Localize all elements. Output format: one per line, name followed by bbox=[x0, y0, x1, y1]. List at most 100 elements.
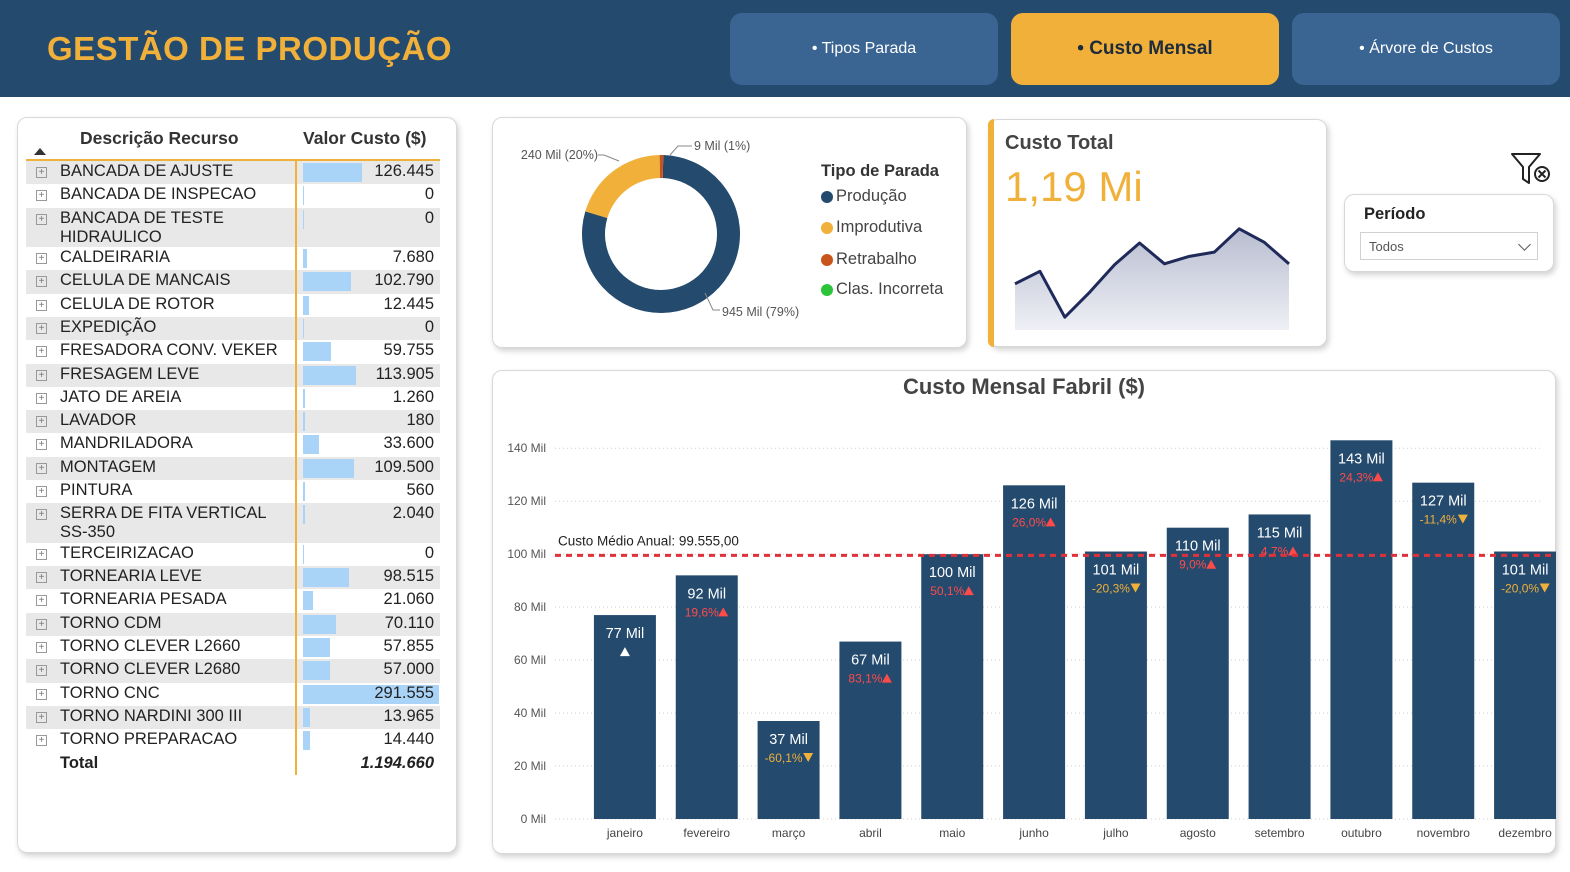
table-row[interactable]: + TORNO CDM 70.110 bbox=[26, 612, 440, 637]
legend-dot bbox=[821, 221, 833, 234]
column-header-resource[interactable]: Descrição Recurso bbox=[80, 128, 239, 149]
expand-icon[interactable]: + bbox=[36, 509, 47, 521]
expand-icon[interactable]: + bbox=[36, 595, 47, 607]
expand-icon[interactable]: + bbox=[36, 322, 47, 334]
bar-novembro bbox=[1412, 482, 1475, 819]
cost-value: 70.110 bbox=[384, 613, 434, 632]
cost-cell: 1.260 bbox=[301, 387, 440, 410]
period-dropdown[interactable]: Todos bbox=[1360, 232, 1538, 260]
expand-icon[interactable]: + bbox=[36, 346, 47, 358]
cost-value: 57.000 bbox=[383, 660, 434, 679]
expand-icon[interactable]: + bbox=[36, 439, 47, 451]
table-row[interactable]: + MANDRILADORA 33.600 bbox=[26, 433, 440, 456]
cost-cell: 560 bbox=[301, 480, 440, 503]
resource-name: CELULA DE ROTOR bbox=[60, 294, 215, 313]
cost-cell: 0 bbox=[301, 184, 440, 207]
cost-value: 109.500 bbox=[374, 457, 434, 476]
table-row[interactable]: + FRESADORA CONV. VEKER 59.755 bbox=[26, 340, 440, 363]
table-row[interactable]: + LAVADOR 180 bbox=[26, 410, 440, 434]
cost-cell: 0 bbox=[301, 543, 440, 566]
x-tick-label: abril bbox=[859, 826, 882, 840]
data-bar bbox=[303, 209, 304, 229]
cost-cell: 291.555 bbox=[301, 683, 440, 706]
cost-value: 14.440 bbox=[383, 730, 434, 749]
legend-item-clas-incorreta[interactable]: Clas. Incorreta bbox=[821, 280, 943, 299]
bar-change-label: -60,1% bbox=[765, 751, 803, 765]
bar-value-label: 126 Mil bbox=[1011, 496, 1058, 512]
table-row[interactable]: + MONTAGEM 109.500 bbox=[26, 456, 440, 481]
data-bar bbox=[303, 412, 305, 432]
table-row[interactable]: + BANCADA DE TESTE HIDRAULICO 0 bbox=[26, 207, 440, 248]
table-row[interactable]: + CELULA DE ROTOR 12.445 bbox=[26, 294, 440, 317]
expand-icon[interactable]: + bbox=[36, 276, 47, 288]
table-row[interactable]: + PINTURA 560 bbox=[26, 480, 440, 503]
expand-icon[interactable]: + bbox=[36, 642, 47, 654]
expand-icon[interactable]: + bbox=[36, 548, 47, 560]
resource-name: PINTURA bbox=[60, 481, 133, 500]
bar-change-label: 50,1% bbox=[930, 584, 964, 598]
legend-dot bbox=[821, 283, 833, 296]
table-row[interactable]: + TORNO CLEVER L2660 57.855 bbox=[26, 636, 440, 659]
expand-icon[interactable]: + bbox=[36, 735, 47, 747]
label-leader bbox=[598, 154, 620, 162]
expand-icon[interactable]: + bbox=[36, 486, 47, 498]
expand-icon[interactable]: + bbox=[36, 190, 47, 202]
table-row[interactable]: + TERCEIRIZACAO 0 bbox=[26, 543, 440, 566]
expand-icon[interactable]: + bbox=[36, 416, 47, 428]
sort-ascending-icon[interactable] bbox=[34, 148, 46, 155]
clear-filter-icon[interactable] bbox=[1510, 152, 1552, 188]
bar-value-label: 77 Mil bbox=[606, 626, 645, 642]
cost-cell: 180 bbox=[301, 410, 440, 433]
table-row[interactable]: + SERRA DE FITA VERTICAL SS-350 2.040 bbox=[26, 503, 440, 543]
data-bar bbox=[303, 638, 330, 658]
table-row[interactable]: + TORNEARIA LEVE 98.515 bbox=[26, 566, 440, 590]
expand-icon[interactable]: + bbox=[36, 462, 47, 474]
table-row[interactable]: + TORNO NARDINI 300 III 13.965 bbox=[26, 705, 440, 730]
cost-value: 126.445 bbox=[374, 162, 434, 180]
cost-value: 98.515 bbox=[383, 567, 434, 586]
expand-icon[interactable]: + bbox=[36, 618, 47, 630]
expand-icon[interactable]: + bbox=[36, 665, 47, 677]
expand-icon[interactable]: + bbox=[36, 572, 47, 584]
column-header-cost[interactable]: Valor Custo ($) bbox=[303, 128, 427, 149]
cost-value: 102.790 bbox=[374, 271, 434, 290]
expand-icon[interactable]: + bbox=[36, 392, 47, 404]
expand-icon[interactable]: + bbox=[36, 369, 47, 381]
table-row[interactable]: + TORNEARIA PESADA 21.060 bbox=[26, 589, 440, 612]
table-row[interactable]: + CELULA DE MANCAIS 102.790 bbox=[26, 270, 440, 294]
expand-icon[interactable]: + bbox=[36, 167, 47, 178]
bar-change-label: -11,4% bbox=[1420, 513, 1457, 527]
table-row[interactable]: + FRESAGEM LEVE 113.905 bbox=[26, 363, 440, 387]
table-row[interactable]: + JATO DE AREIA 1.260 bbox=[26, 387, 440, 410]
nav-arvore-custos-button[interactable]: • Árvore de Custos bbox=[1292, 13, 1560, 85]
expand-icon[interactable]: + bbox=[36, 299, 47, 311]
x-tick-label: agosto bbox=[1180, 826, 1216, 840]
resource-name: TORNO PREPARACAO bbox=[60, 730, 238, 749]
nav-custo-mensal-button[interactable]: • Custo Mensal bbox=[1011, 13, 1279, 85]
expand-icon[interactable]: + bbox=[36, 711, 47, 723]
resource-name: MONTAGEM bbox=[60, 457, 156, 476]
cost-cell: 33.600 bbox=[301, 433, 440, 456]
table-row[interactable]: + BANCADA DE AJUSTE 126.445 bbox=[26, 161, 440, 185]
expand-icon[interactable]: + bbox=[36, 253, 47, 265]
legend-item-producao[interactable]: Produção bbox=[821, 187, 907, 206]
expand-icon[interactable]: + bbox=[36, 688, 47, 700]
table-row[interactable]: + TORNO CNC 291.555 bbox=[26, 683, 440, 706]
table-row[interactable]: + TORNO PREPARACAO 14.440 bbox=[26, 729, 440, 752]
table-row[interactable]: + EXPEDIÇÃO 0 bbox=[26, 316, 440, 341]
legend-item-retrabalho[interactable]: Retrabalho bbox=[821, 250, 917, 269]
table-header: Descrição Recurso Valor Custo ($) bbox=[26, 120, 440, 161]
legend-label: Clas. Incorreta bbox=[836, 280, 944, 298]
cost-cell: 14.440 bbox=[301, 729, 440, 752]
legend-item-improdutiva[interactable]: Improdutiva bbox=[821, 218, 922, 237]
legend-label: Retrabalho bbox=[836, 250, 917, 268]
sparkline-area bbox=[1015, 228, 1289, 330]
nav-tipos-parada-button[interactable]: • Tipos Parada bbox=[730, 13, 998, 85]
table-row[interactable]: + BANCADA DE INSPECAO 0 bbox=[26, 184, 440, 207]
table-row[interactable]: + CALDEIRARIA 7.680 bbox=[26, 247, 440, 270]
expand-icon[interactable]: + bbox=[36, 213, 47, 225]
cost-cell: 98.515 bbox=[301, 566, 440, 589]
table-row[interactable]: + TORNO CLEVER L2680 57.000 bbox=[26, 659, 440, 683]
total-row: Total 1.194.660 bbox=[26, 753, 440, 777]
cost-value: 21.060 bbox=[383, 590, 434, 609]
